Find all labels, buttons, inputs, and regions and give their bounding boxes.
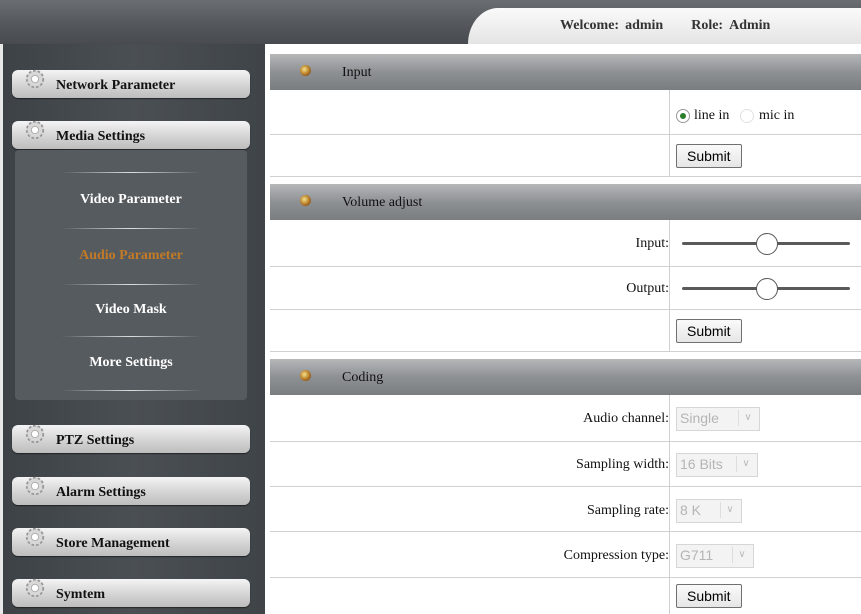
row-label-cell <box>270 578 670 614</box>
select-value: 16 Bits <box>680 456 723 472</box>
sidebar: Network Parameter Media Settings Video P… <box>0 44 265 614</box>
sampling-width-select[interactable]: 16 Bits ∨ <box>676 453 758 477</box>
menu-alarm-settings[interactable]: Alarm Settings <box>12 476 250 505</box>
role-value: Admin <box>729 18 771 33</box>
username: admin <box>625 18 664 33</box>
section-header-input: Input <box>270 54 861 90</box>
radio-mic-in[interactable] <box>740 109 754 123</box>
submenu-audio-parameter[interactable]: Audio Parameter <box>15 248 247 264</box>
sampling-width-row: Sampling width: 16 Bits ∨ <box>270 442 861 487</box>
divider <box>61 284 201 285</box>
menu-label: Network Parameter <box>56 78 176 93</box>
select-value: Single <box>680 410 719 426</box>
menu-label: Store Management <box>56 536 170 551</box>
chevron-down-icon: ∨ <box>738 410 757 426</box>
section-title: Coding <box>342 370 384 385</box>
menu-label: Alarm Settings <box>56 485 146 500</box>
divider <box>61 390 201 391</box>
coding-submit-row: Submit <box>270 578 861 614</box>
submenu-more-settings[interactable]: More Settings <box>15 355 247 371</box>
divider <box>61 336 201 337</box>
compression-type-select[interactable]: G711 ∨ <box>676 544 754 568</box>
section-title: Volume adjust <box>342 195 423 210</box>
main-content: Input line in mic in Submit Volume adjus… <box>270 44 861 614</box>
submenu-video-parameter[interactable]: Video Parameter <box>15 192 247 208</box>
gear-icon <box>25 424 45 444</box>
row-label-cell <box>270 90 670 134</box>
volume-input-label: Input: <box>635 236 669 251</box>
sampling-rate-label: Sampling rate: <box>586 503 669 518</box>
audio-channel-label: Audio channel: <box>583 411 669 426</box>
divider <box>61 228 201 229</box>
volume-submit-row: Submit <box>270 310 861 352</box>
media-submenu: Video Parameter Audio Parameter Video Ma… <box>15 150 247 400</box>
sidebar-panel: Network Parameter Media Settings Video P… <box>3 44 265 614</box>
gear-icon <box>25 578 45 598</box>
volume-output-slider[interactable] <box>682 278 850 300</box>
user-info: Welcome: admin Role: Admin <box>560 18 776 34</box>
audio-channel-select[interactable]: Single ∨ <box>676 407 760 431</box>
role-label: Role: <box>691 18 724 33</box>
menu-label: Symtem <box>56 587 105 602</box>
menu-label: Media Settings <box>56 129 146 144</box>
menu-label: PTZ Settings <box>56 433 135 448</box>
gear-icon <box>25 476 45 496</box>
section-header-volume: Volume adjust <box>270 184 861 220</box>
gear-icon <box>25 69 45 89</box>
bullet-icon <box>300 65 311 76</box>
row-label-cell <box>270 135 670 176</box>
select-value: 8 K <box>680 502 702 518</box>
input-submit-row: Submit <box>270 135 861 177</box>
gear-icon <box>25 527 45 547</box>
input-submit-button[interactable]: Submit <box>676 144 742 168</box>
top-bar: Welcome: admin Role: Admin <box>0 0 861 44</box>
slider-thumb[interactable] <box>756 233 778 255</box>
input-source-row: line in mic in <box>270 90 861 135</box>
bullet-icon <box>300 195 311 206</box>
volume-output-label: Output: <box>626 281 669 296</box>
divider <box>61 172 201 173</box>
section-header-coding: Coding <box>270 359 861 395</box>
gear-icon <box>25 120 45 140</box>
chevron-down-icon: ∨ <box>720 502 739 518</box>
bullet-icon <box>300 370 311 381</box>
sampling-rate-select[interactable]: 8 K ∨ <box>676 499 742 523</box>
volume-output-row: Output: <box>270 267 861 310</box>
menu-store-management[interactable]: Store Management <box>12 527 250 556</box>
menu-ptz-settings[interactable]: PTZ Settings <box>12 424 250 453</box>
compression-type-row: Compression type: G711 ∨ <box>270 532 861 578</box>
chevron-down-icon: ∨ <box>732 547 751 563</box>
volume-input-slider[interactable] <box>682 233 850 255</box>
sampling-rate-row: Sampling rate: 8 K ∨ <box>270 487 861 532</box>
slider-thumb[interactable] <box>756 278 778 300</box>
volume-input-row: Input: <box>270 220 861 267</box>
user-info-tab: Welcome: admin Role: Admin <box>468 8 861 44</box>
submenu-video-mask[interactable]: Video Mask <box>15 302 247 318</box>
radio-mic-in-label: mic in <box>759 108 795 123</box>
sampling-width-label: Sampling width: <box>576 457 669 472</box>
row-label-cell <box>270 310 670 351</box>
menu-media-settings[interactable]: Media Settings <box>12 120 250 149</box>
chevron-down-icon: ∨ <box>736 456 755 472</box>
menu-network-parameter[interactable]: Network Parameter <box>12 69 250 98</box>
welcome-label: Welcome: <box>560 18 620 33</box>
menu-system[interactable]: Symtem <box>12 578 250 607</box>
audio-channel-row: Audio channel: Single ∨ <box>270 395 861 442</box>
coding-submit-button[interactable]: Submit <box>676 584 742 608</box>
radio-line-in[interactable] <box>676 109 690 123</box>
compression-type-label: Compression type: <box>563 548 669 563</box>
radio-line-in-label: line in <box>694 108 730 123</box>
section-title: Input <box>342 65 372 80</box>
volume-submit-button[interactable]: Submit <box>676 319 742 343</box>
select-value: G711 <box>680 547 714 563</box>
row-label-cell <box>270 267 670 309</box>
row-label-cell <box>270 220 670 266</box>
